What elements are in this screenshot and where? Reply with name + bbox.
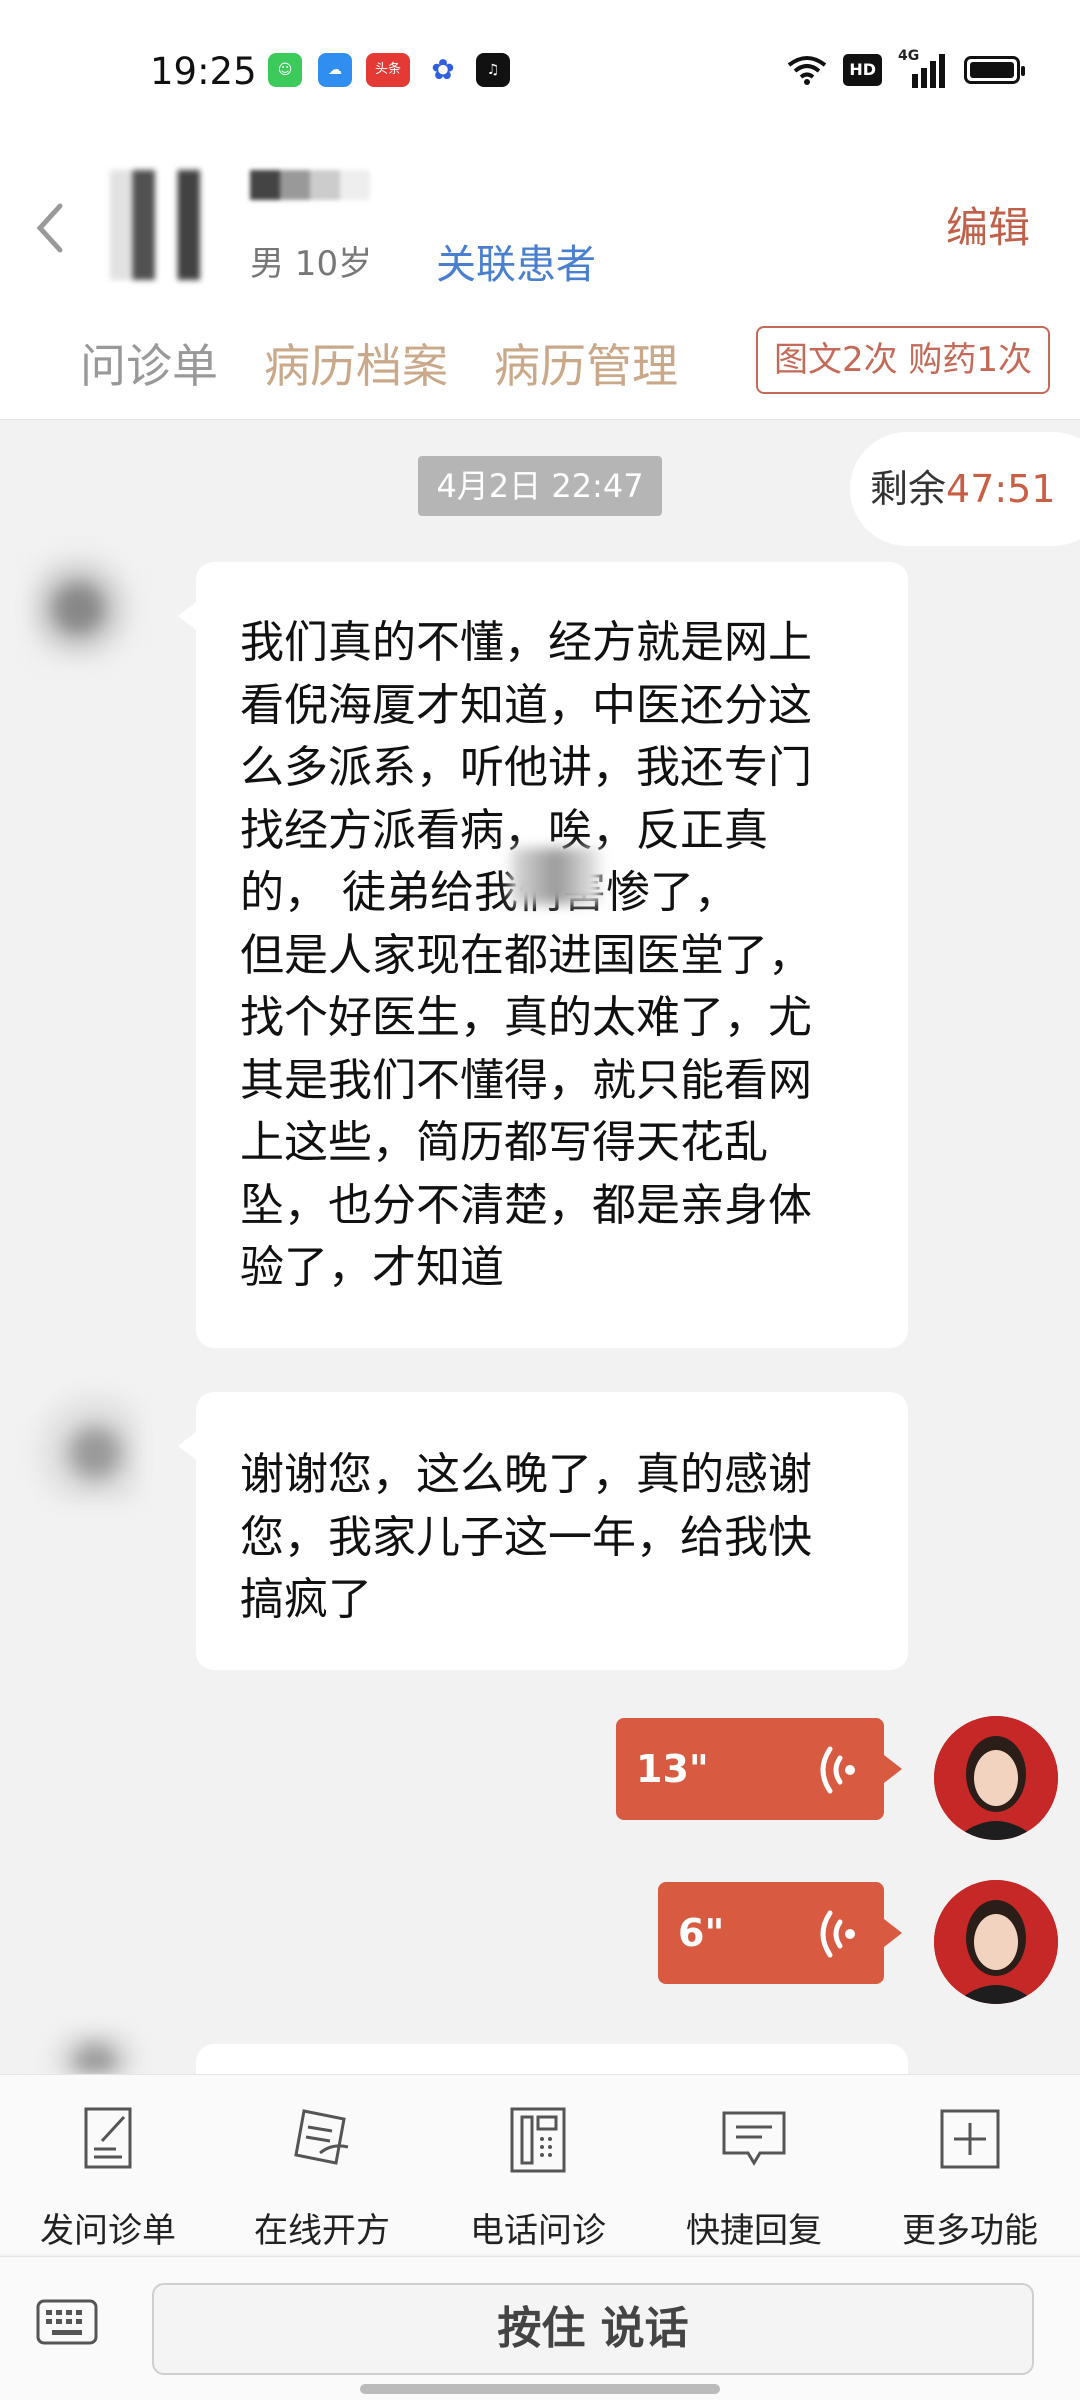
voice-wave-icon [820,1910,855,1958]
battery-icon [964,56,1025,84]
remaining-time-pill: 剩余47:51 [850,432,1080,546]
form-icon [84,2107,132,2169]
service-count-badge[interactable]: 图文2次 购药1次 [756,326,1050,394]
input-bar: 按住 说话 [0,2256,1080,2400]
message-app-icon: ☺ [268,53,302,87]
more-functions-button[interactable]: 更多功能 [870,2103,1070,2252]
prescription-icon [294,2109,349,2165]
redacted-name [511,848,601,904]
function-toolbar: 发问诊单 在线开方 电话问诊 快捷回复 更多功能 [0,2074,1080,2254]
hd-icon: HD [843,54,882,86]
hold-to-talk-button[interactable]: 按住 说话 [152,2283,1034,2375]
plus-icon [940,2109,1000,2169]
toolbar-label: 电话问诊 [470,2211,606,2251]
tab-medical-records[interactable]: 病历档案 [264,330,448,396]
patient-gender-age: 男 10岁 [250,244,373,284]
wifi-icon [788,56,827,85]
status-bar: 19:25 ☺ ☁ 头条 ✿ ♫ HD 4G [0,0,1080,140]
quick-reply-icon [722,2111,786,2166]
link-patient-button[interactable]: 关联患者 [436,232,596,290]
baidu-app-icon: ✿ [426,53,460,87]
patient-avatar[interactable] [110,170,200,280]
keyboard-icon[interactable] [36,2299,98,2345]
voice-duration: 6" [678,1911,725,1955]
toolbar-label: 快捷回复 [686,2211,822,2251]
voice-wave-icon [820,1746,855,1794]
patient-message-bubble: 谢谢您，这么晚了，真的感谢 您，我家儿子这一年，给我快 搞疯了 [178,1392,908,1670]
timer-label: 剩余 [870,467,947,511]
back-arrow-icon[interactable] [30,198,70,258]
message-text: 我们真的不懂，经方就是网上 看倪海厦才知道，中医还分这 么多派系，听他讲，我还专… [240,617,812,1293]
send-form-button[interactable]: 发问诊单 [8,2103,208,2252]
phone-icon [510,2107,566,2173]
status-time: 19:25 [150,50,257,93]
home-indicator[interactable] [360,2384,720,2394]
toolbar-label: 在线开方 [254,2211,390,2251]
toutiao-app-icon: 头条 [366,53,410,87]
patient-name-blurred [250,170,370,200]
toolbar-label: 更多功能 [902,2211,1038,2251]
message-text: 谢谢您，这么晚了，真的感谢 您，我家儿子这一年，给我快 搞疯了 [240,1449,812,1625]
patient-message-avatar[interactable] [28,538,140,666]
chat-header: 男 10岁 关联患者 编辑 问诊单 病历档案 病历管理 图文2次 购药1次 [0,140,1080,420]
voice-message[interactable]: 13" [616,1718,902,1820]
patient-message-bubble [196,2044,908,2074]
patient-message-bubble: 我们真的不懂，经方就是网上 看倪海厦才知道，中医还分这 么多派系，听他讲，我还专… [178,562,908,1348]
toolbar-label: 发问诊单 [40,2211,176,2251]
timer-value: 47:51 [946,467,1056,511]
patient-message-avatar[interactable] [28,2030,140,2074]
patient-message-avatar[interactable] [28,1376,140,1504]
tiktok-app-icon: ♫ [476,53,510,87]
edit-button[interactable]: 编辑 [946,194,1030,255]
phone-consultation-button[interactable]: 电话问诊 [438,2103,638,2252]
quick-reply-button[interactable]: 快捷回复 [654,2103,854,2252]
tab-records-management[interactable]: 病历管理 [494,330,678,396]
voice-duration: 13" [636,1747,709,1791]
signal-icon: 4G [898,48,948,88]
doctor-avatar[interactable] [934,1716,1058,1840]
tab-consultation-form[interactable]: 问诊单 [80,330,218,396]
message-timestamp: 4月2日 22:47 [418,456,662,516]
cloud-app-icon: ☁ [318,53,352,87]
doctor-avatar[interactable] [934,1880,1058,2004]
voice-message[interactable]: 6" [658,1882,902,1984]
header-tabs: 问诊单 病历档案 病历管理 [80,330,678,396]
online-prescription-button[interactable]: 在线开方 [222,2103,422,2252]
